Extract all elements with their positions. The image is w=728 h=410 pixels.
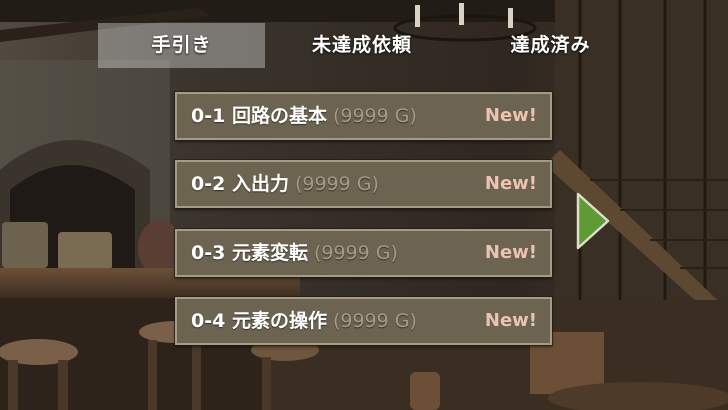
tab-incomplete-requests[interactable]: 未達成依頼 bbox=[272, 23, 452, 68]
new-badge: New! bbox=[484, 242, 537, 263]
quest-title: 0-4 元素の操作 (9999 G) bbox=[191, 310, 417, 332]
new-badge: New! bbox=[484, 105, 537, 126]
new-badge: New! bbox=[484, 173, 537, 194]
quest-title: 0-3 元素変転 (9999 G) bbox=[191, 242, 398, 264]
new-badge: New! bbox=[484, 310, 537, 331]
tab-completed[interactable]: 達成済み bbox=[463, 23, 638, 68]
quest-item-0-4[interactable]: 0-4 元素の操作 (9999 G) New! bbox=[174, 296, 553, 346]
quest-reward: (9999 G) bbox=[294, 173, 379, 195]
quest-title: 0-1 回路の基本 (9999 G) bbox=[191, 105, 417, 127]
quest-reward: (9999 G) bbox=[313, 242, 398, 264]
quest-item-0-1[interactable]: 0-1 回路の基本 (9999 G) New! bbox=[174, 91, 553, 141]
play-arrow-icon[interactable] bbox=[575, 191, 611, 251]
quest-title: 0-2 入出力 (9999 G) bbox=[191, 173, 379, 195]
quest-reward: (9999 G) bbox=[332, 105, 417, 127]
quest-item-0-3[interactable]: 0-3 元素変転 (9999 G) New! bbox=[174, 228, 553, 278]
tab-guide[interactable]: 手引き bbox=[98, 23, 265, 68]
tab-bar: 手引き 未達成依頼 達成済み bbox=[98, 23, 638, 68]
quest-reward: (9999 G) bbox=[332, 310, 417, 332]
quest-item-0-2[interactable]: 0-2 入出力 (9999 G) New! bbox=[174, 159, 553, 209]
